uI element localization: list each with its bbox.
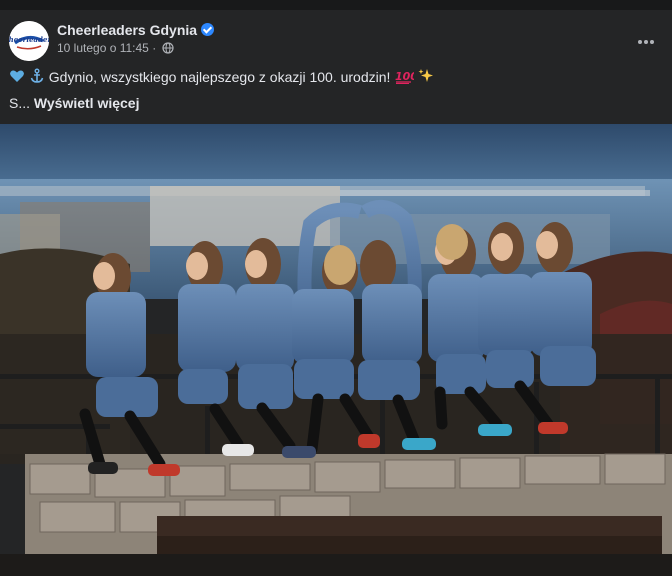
post-header: Cheerleaders Cheerleaders Gdynia 10 lute… — [0, 10, 672, 70]
cheerleaders-logo-icon: Cheerleaders — [9, 21, 49, 61]
post-text: Gdynio, wszystkiego najlepszego z okazji… — [9, 68, 434, 85]
post-meta: 10 lutego o 11:45 · — [57, 41, 174, 55]
post-timestamp[interactable]: 10 lutego o 11:45 — [57, 41, 149, 55]
globe-icon[interactable] — [161, 42, 174, 54]
top-bar — [0, 0, 672, 10]
anchor-icon — [30, 68, 44, 83]
meta-separator: · — [152, 41, 157, 55]
post-body-text: Gdynio, wszystkiego najlepszego z okazji… — [48, 69, 391, 85]
page-avatar[interactable]: Cheerleaders — [9, 21, 49, 61]
cheerleaders-group-photo — [0, 124, 672, 576]
blue-heart-icon — [10, 70, 24, 82]
sparkles-icon — [418, 69, 434, 82]
page-name-label[interactable]: Cheerleaders Gdynia — [57, 22, 197, 38]
hundred-points-icon: 100 — [395, 70, 414, 84]
logo-text: Cheerleaders — [9, 35, 49, 44]
see-more-line: S... Wyświetl więcej — [9, 95, 139, 111]
post-photo[interactable] — [0, 124, 672, 576]
truncated-text: S... — [9, 95, 31, 111]
see-more-button[interactable]: Wyświetl więcej — [34, 95, 140, 111]
page-name[interactable]: Cheerleaders Gdynia — [57, 22, 215, 38]
svg-text:100: 100 — [395, 70, 414, 83]
verified-badge-icon — [201, 23, 215, 36]
more-options-icon[interactable] — [634, 26, 658, 50]
